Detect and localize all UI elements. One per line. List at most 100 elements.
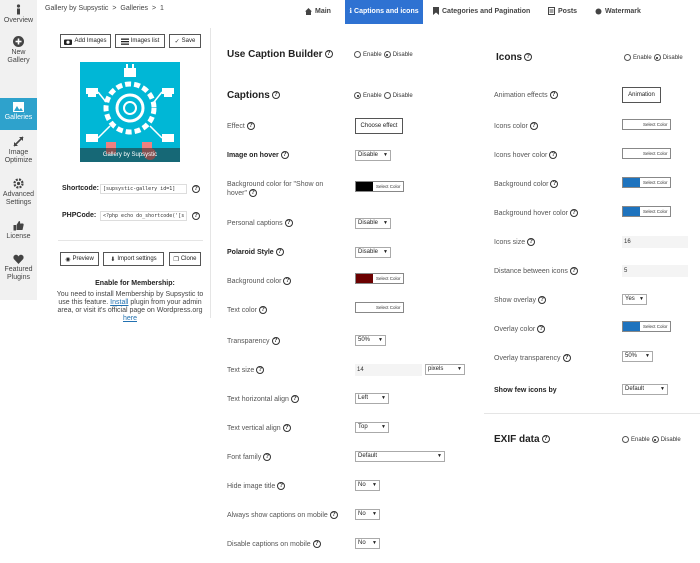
sidebar-item-license[interactable]: License — [0, 220, 37, 241]
polaroid-style-select[interactable]: Disable — [355, 247, 391, 258]
icons-color-picker[interactable]: Select Color — [622, 119, 671, 130]
help-icon[interactable]: ? — [275, 248, 284, 257]
bookmark-icon — [433, 7, 439, 16]
help-icon[interactable]: ? — [263, 453, 272, 462]
help-icon[interactable]: ? — [312, 540, 321, 549]
always-show-mobile-select[interactable]: No — [355, 509, 380, 520]
color-picker-label: Select Color — [376, 184, 401, 189]
images-list-button[interactable]: Images list — [115, 34, 165, 48]
icons-hover-color-picker[interactable]: Select Color — [622, 148, 671, 159]
show-overlay-select[interactable]: Yes — [622, 294, 647, 305]
here-link[interactable]: here — [123, 315, 137, 322]
help-icon[interactable]: ? — [569, 209, 578, 218]
help-icon[interactable]: ? — [562, 354, 571, 363]
help-icon[interactable]: ? — [192, 185, 200, 193]
shortcode-field[interactable]: [supsystic-gallery id=1] — [100, 184, 187, 194]
help-icon[interactable]: ? — [192, 212, 200, 220]
text-color-label: Text color? — [227, 306, 267, 315]
disable-radio[interactable] — [383, 92, 391, 99]
help-icon[interactable]: ? — [246, 122, 255, 131]
help-icon[interactable]: ? — [527, 238, 536, 247]
tab-watermark[interactable]: Watermark — [595, 0, 641, 24]
preview-button[interactable]: ◉ Preview — [60, 252, 99, 266]
transparency-select[interactable]: 50% — [355, 335, 386, 346]
import-settings-button[interactable]: ⬇ Import settings — [103, 252, 164, 266]
sidebar-item-image-optimize[interactable]: Image Optimize — [0, 136, 37, 165]
help-icon[interactable]: ? — [280, 151, 289, 160]
animation-button[interactable]: Animation — [622, 87, 661, 103]
enable-radio[interactable] — [354, 92, 361, 99]
color-swatch — [356, 182, 373, 191]
breadcrumb-root[interactable]: Gallery by Supsystic — [45, 5, 108, 12]
captions-section-title: Captions? — [227, 91, 280, 101]
tab-categories-and-pagination[interactable]: Categories and Pagination — [433, 0, 530, 24]
help-icon[interactable]: ? — [569, 267, 578, 276]
text-size-input[interactable]: 14 — [355, 364, 422, 376]
tab-posts[interactable]: Posts — [548, 0, 577, 24]
sidebar-item-galleries[interactable]: Galleries — [0, 98, 37, 130]
help-icon[interactable]: ? — [282, 424, 291, 433]
help-icon[interactable]: ? — [271, 91, 280, 100]
help-icon[interactable]: ? — [549, 91, 558, 100]
help-icon[interactable]: ? — [277, 482, 286, 491]
hide-image-title-select[interactable]: No — [355, 480, 380, 491]
install-link[interactable]: Install — [110, 299, 128, 306]
text-h-align-select[interactable]: Left — [355, 393, 389, 404]
help-icon[interactable]: ? — [271, 337, 280, 346]
help-icon[interactable]: ? — [549, 151, 558, 160]
text-v-align-select[interactable]: Top — [355, 422, 389, 433]
disable-radio[interactable] — [651, 436, 659, 443]
sidebar-item-featured-plugins[interactable]: Featured Plugins — [0, 254, 37, 282]
background-color-picker[interactable]: Select Color — [355, 273, 404, 284]
disable-radio[interactable] — [383, 51, 391, 58]
help-icon[interactable]: ? — [256, 366, 265, 375]
text-color-picker[interactable]: Select Color — [355, 302, 404, 313]
thumbnail-caption: Gallery by Supsystic — [80, 148, 180, 162]
help-icon[interactable]: ? — [324, 50, 333, 59]
help-icon[interactable]: ? — [538, 296, 547, 305]
help-icon[interactable]: ? — [283, 277, 292, 286]
sidebar-item-advanced-settings[interactable]: Advanced Settings — [0, 178, 37, 207]
icons-bg-hover-color-picker[interactable]: Select Color — [622, 206, 671, 217]
gear-plug-illustration — [86, 64, 174, 160]
hover-bg-color-picker[interactable]: Select Color — [355, 181, 404, 192]
personal-captions-select[interactable]: Disable — [355, 218, 391, 229]
help-icon[interactable]: ? — [541, 435, 550, 444]
disable-radio[interactable] — [653, 54, 661, 61]
tab-captions-and-icons[interactable]: ℹ Captions and icons — [345, 0, 423, 24]
help-icon[interactable]: ? — [258, 306, 267, 315]
sidebar-item-overview[interactable]: Overview — [0, 4, 37, 25]
enable-radio[interactable] — [354, 51, 361, 58]
show-few-icons-select[interactable]: Default — [622, 384, 668, 395]
gallery-thumbnail[interactable]: Gallery by Supsystic — [80, 62, 180, 162]
help-icon[interactable]: ? — [284, 219, 293, 228]
help-icon[interactable]: ? — [550, 180, 559, 189]
help-icon[interactable]: ? — [329, 511, 338, 520]
breadcrumb-galleries[interactable]: Galleries — [120, 5, 148, 12]
label-text: Effect — [227, 123, 245, 130]
phpcode-field[interactable]: <?php echo do_shortcode('[s — [100, 211, 187, 221]
help-icon[interactable]: ? — [529, 122, 538, 131]
help-icon[interactable]: ? — [290, 395, 299, 404]
distance-input[interactable]: 5 — [622, 265, 688, 277]
overlay-transparency-select[interactable]: 50% — [622, 351, 653, 362]
disable-mobile-select[interactable]: No — [355, 538, 380, 549]
save-button[interactable]: ✓ Save — [169, 34, 201, 48]
text-size-unit-select[interactable]: pixels — [425, 364, 465, 375]
image-on-hover-select[interactable]: Disable — [355, 150, 391, 161]
enable-radio[interactable] — [624, 54, 631, 61]
help-icon[interactable]: ? — [249, 189, 257, 198]
font-family-select[interactable]: Default — [355, 451, 445, 462]
add-images-button[interactable]: Add Images — [60, 34, 111, 48]
overlay-color-picker[interactable]: Select Color — [622, 321, 671, 332]
enable-radio[interactable] — [622, 436, 629, 443]
help-icon[interactable]: ? — [537, 325, 546, 334]
icons-size-input[interactable]: 16 — [622, 236, 688, 248]
clone-button[interactable]: ❐ Clone — [169, 252, 201, 266]
icons-bg-color-picker[interactable]: Select Color — [622, 177, 671, 188]
sidebar-item-new-gallery[interactable]: New Gallery — [0, 36, 37, 65]
effect-label: Effect? — [227, 122, 255, 131]
choose-effect-button[interactable]: Choose effect — [355, 118, 403, 134]
help-icon[interactable]: ? — [524, 53, 533, 62]
tab-main[interactable]: Main — [305, 0, 347, 24]
